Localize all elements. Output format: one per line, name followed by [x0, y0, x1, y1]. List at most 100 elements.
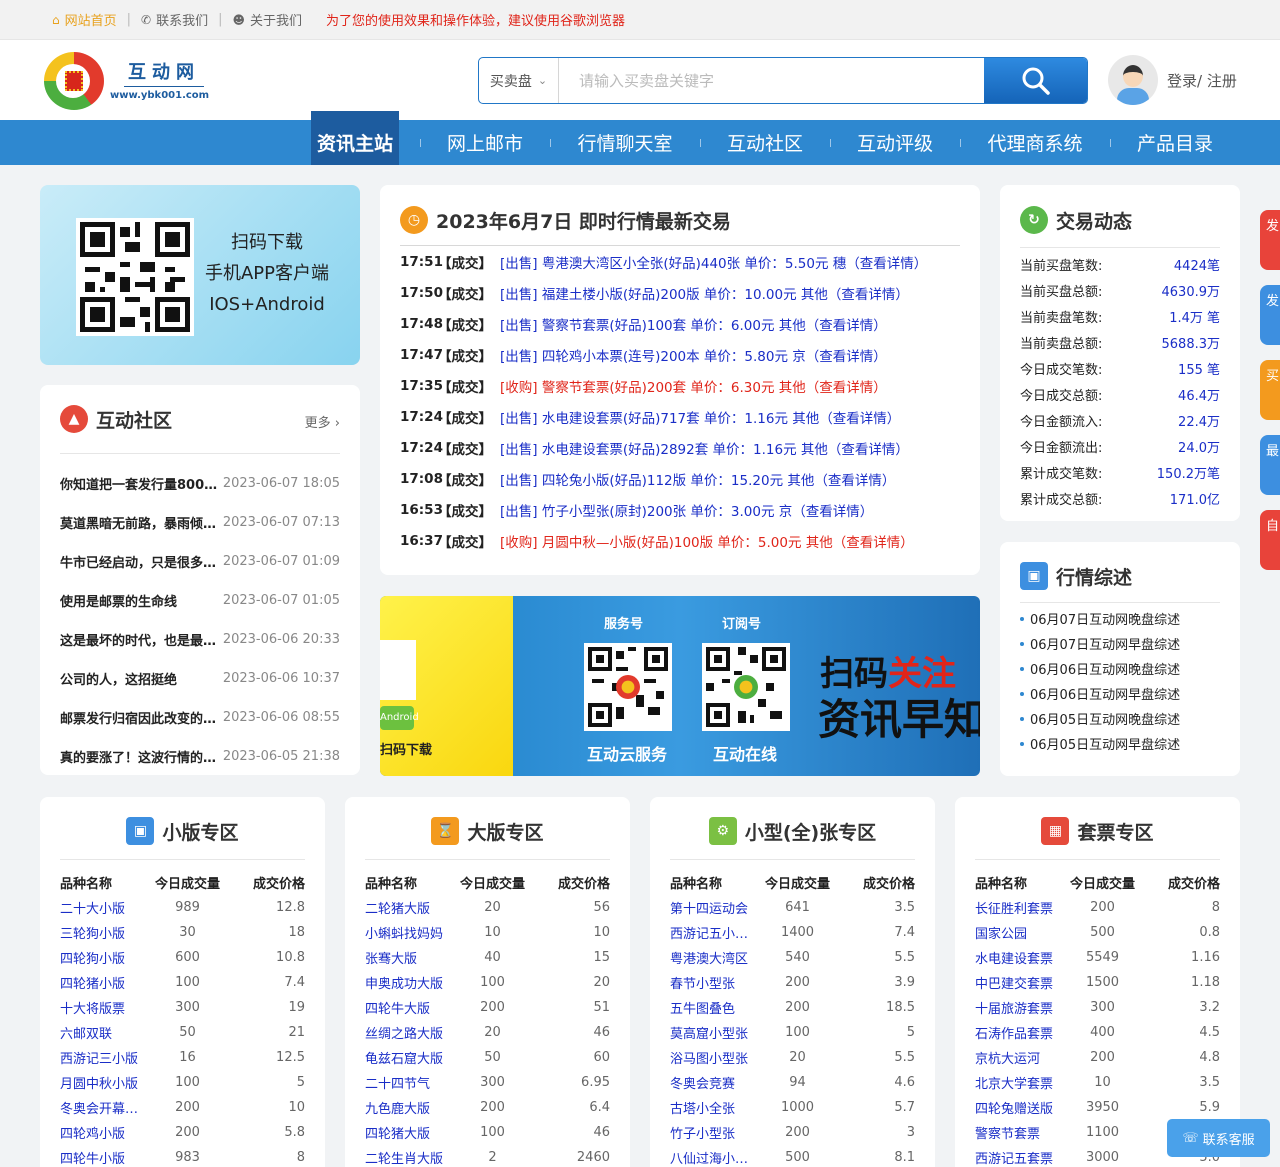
search-type-select[interactable]: 买卖盘 ⌄ [479, 58, 559, 103]
side-tab-4[interactable]: 最 [1260, 435, 1280, 495]
wechat-follow-banner[interactable]: Android 扫码下载 服务号 订阅号 互动云服务 互动在线 扫码关注 资讯早… [380, 596, 980, 776]
item-name-link[interactable]: 二十四节气 [365, 1070, 445, 1095]
item-name-link[interactable]: 水电建设套票 [975, 945, 1055, 970]
item-name-link[interactable]: 西游记五小型张 [670, 920, 750, 945]
item-name-link[interactable]: 二轮生肖大版 [365, 1145, 445, 1167]
item-name-link[interactable]: 二十大小版 [60, 895, 140, 920]
side-tab-3[interactable]: 买 [1260, 360, 1280, 420]
item-name-link[interactable]: 十大将版票 [60, 995, 140, 1020]
search-input[interactable] [559, 58, 984, 103]
nav-item-news[interactable]: 资讯主站 [311, 111, 399, 165]
item-name-link[interactable]: 四轮猪小版 [60, 970, 140, 995]
community-item[interactable]: 你知道把一套发行量800万张的邮票2023-06-07 18:05 [60, 464, 340, 503]
item-name-link[interactable]: 申奥成功大版 [365, 970, 445, 995]
community-more-link[interactable]: 更多 › [305, 412, 340, 431]
summary-item[interactable]: 06月05日互动网晚盘综述 [1020, 706, 1180, 731]
trade-message[interactable]: [收购] 月圆中秋—小版(好品)100版 单价：5.00元 其他（查看详情） [500, 531, 914, 551]
item-name-link[interactable]: 九色鹿大版 [365, 1095, 445, 1120]
trade-row[interactable]: 17:48 【成交】 [出售] 警察节套票(好品)100套 单价：6.00元 其他（… [400, 308, 970, 339]
trade-row[interactable]: 17:24 【成交】 [出售] 水电建设套票(好品)717套 单价：1.16元 其他… [400, 401, 970, 432]
login-register-link[interactable]: 登录/ 注册 [1167, 70, 1237, 91]
item-name-link[interactable]: 粤港澳大湾区 [670, 945, 750, 970]
trade-message[interactable]: [出售] 粤港澳大湾区小全张(好品)440张 单价：5.50元 穗（查看详情） [500, 252, 927, 272]
item-name-link[interactable]: 张骞大版 [365, 945, 445, 970]
app-download-banner[interactable]: 扫码下载 手机APP客户端 IOS+Android [40, 185, 360, 365]
item-name-link[interactable]: 二轮猪大版 [365, 895, 445, 920]
item-name-link[interactable]: 六邮双联 [60, 1020, 140, 1045]
item-name-link[interactable]: 五牛图叠色 [670, 995, 750, 1020]
community-item[interactable]: 牛市已经启动，只是很多人还不信2023-06-07 01:09 [60, 542, 340, 581]
item-name-link[interactable]: 竹子小型张 [670, 1120, 750, 1145]
community-item[interactable]: 公司的人，这招挺绝 2023-06-06 10:37 [60, 659, 340, 698]
summary-item[interactable]: 06月06日互动网早盘综述 [1020, 681, 1180, 706]
item-name-link[interactable]: 丝绸之路大版 [365, 1020, 445, 1045]
trade-row[interactable]: 16:53 【成交】 [出售] 竹子小型张(原封)200张 单价：3.00元 京（查… [400, 494, 970, 525]
community-item[interactable]: 这是最坏的时代，也是最好的时代2023-06-06 20:33 [60, 620, 340, 659]
item-name-link[interactable]: 冬奥会竞赛 [670, 1070, 750, 1095]
community-item[interactable]: 邮票发行归宿因此改变的可能性2023-06-06 08:55 [60, 698, 340, 737]
trade-row[interactable]: 17:50 【成交】 [出售] 福建土楼小版(好品)200版 单价：10.00元 其… [400, 277, 970, 308]
home-link[interactable]: ⌂ 网站首页 [52, 10, 117, 30]
item-name-link[interactable]: 警察节套票 [975, 1120, 1055, 1145]
item-name-link[interactable]: 国家公园 [975, 920, 1055, 945]
side-tab-1[interactable]: 发 [1260, 210, 1280, 270]
search-button[interactable] [984, 58, 1087, 103]
trade-message[interactable]: [出售] 警察节套票(好品)100套 单价：6.00元 其他（查看详情） [500, 314, 887, 334]
item-name-link[interactable]: 四轮狗小版 [60, 945, 140, 970]
item-name-link[interactable]: 石涛作品套票 [975, 1020, 1055, 1045]
item-name-link[interactable]: 月圆中秋小版 [60, 1070, 140, 1095]
summary-item[interactable]: 06月07日互动网晚盘综述 [1020, 606, 1180, 631]
trade-message[interactable]: [出售] 福建土楼小版(好品)200版 单价：10.00元 其他（查看详情） [500, 283, 909, 303]
site-logo[interactable]: 互动网 www.ybk001.com [44, 52, 224, 112]
item-name-link[interactable]: 浴马图小型张 [670, 1045, 750, 1070]
item-name-link[interactable]: 西游记三小版 [60, 1045, 140, 1070]
summary-item[interactable]: 06月05日互动网早盘综述 [1020, 731, 1180, 756]
side-tab-2[interactable]: 发 [1260, 285, 1280, 345]
item-name-link[interactable]: 中巴建交套票 [975, 970, 1055, 995]
trade-message[interactable]: [出售] 四轮鸡小本票(连号)200本 单价：5.80元 京（查看详情） [500, 345, 887, 365]
item-name-link[interactable]: 四轮鸡小版 [60, 1120, 140, 1145]
item-name-link[interactable]: 四轮牛大版 [365, 995, 445, 1020]
contact-link[interactable]: ✆ 联系我们 [141, 10, 208, 30]
side-tab-5[interactable]: 自 [1260, 510, 1280, 570]
trade-message[interactable]: [收购] 警察节套票(好品)200套 单价：6.30元 其他（查看详情） [500, 376, 887, 396]
item-name-link[interactable]: 八仙过海小型张 [670, 1145, 750, 1167]
trade-message[interactable]: [出售] 四轮兔小版(好品)112版 单价：15.20元 其他（查看详情） [500, 469, 895, 489]
avatar[interactable] [1108, 55, 1158, 105]
nav-item-catalog[interactable]: 产品目录 [1130, 120, 1220, 165]
item-name-link[interactable]: 四轮猪大版 [365, 1120, 445, 1145]
about-link[interactable]: ☻ 关于我们 [233, 10, 303, 30]
item-name-link[interactable]: 北京大学套票 [975, 1070, 1055, 1095]
item-name-link[interactable]: 小蝌蚪找妈妈 [365, 920, 445, 945]
trade-row[interactable]: 16:37 【成交】 [收购] 月圆中秋—小版(好品)100版 单价：5.00元 其… [400, 525, 970, 556]
item-name-link[interactable]: 十届旅游套票 [975, 995, 1055, 1020]
trade-row[interactable]: 17:51 【成交】 [出售] 粤港澳大湾区小全张(好品)440张 单价：5.50元… [400, 246, 970, 277]
item-name-link[interactable]: 第十四运动会 [670, 895, 750, 920]
summary-item[interactable]: 06月07日互动网早盘综述 [1020, 631, 1180, 656]
customer-service-button[interactable]: ☏ 联系客服 [1167, 1119, 1270, 1157]
item-name-link[interactable]: 古塔小全张 [670, 1095, 750, 1120]
item-name-link[interactable]: 春节小型张 [670, 970, 750, 995]
item-name-link[interactable]: 四轮牛小版 [60, 1145, 140, 1167]
item-name-link[interactable]: 三轮狗小版 [60, 920, 140, 945]
community-item[interactable]: 莫道黑暗无前路，暴雨倾盆也有晴2023-06-07 07:13 [60, 503, 340, 542]
community-item[interactable]: 真的要涨了！这波行情的背后逻辑2023-06-05 21:38 [60, 737, 340, 776]
trade-row[interactable]: 17:35 【成交】 [收购] 警察节套票(好品)200套 单价：6.30元 其他（… [400, 370, 970, 401]
item-name-link[interactable]: 四轮兔赠送版 [975, 1095, 1055, 1120]
trade-row[interactable]: 17:08 【成交】 [出售] 四轮兔小版(好品)112版 单价：15.20元 其他… [400, 463, 970, 494]
item-name-link[interactable]: 西游记五套票 [975, 1145, 1055, 1167]
item-name-link[interactable]: 莫高窟小型张 [670, 1020, 750, 1045]
nav-item-chatroom[interactable]: 行情聊天室 [570, 120, 680, 165]
community-item[interactable]: 使用是邮票的生命线 2023-06-07 01:05 [60, 581, 340, 620]
trade-message[interactable]: [出售] 竹子小型张(原封)200张 单价：3.00元 京（查看详情） [500, 500, 873, 520]
item-name-link[interactable]: 京杭大运河 [975, 1045, 1055, 1070]
trade-message[interactable]: [出售] 水电建设套票(好品)717套 单价：1.16元 其他（查看详情） [500, 407, 900, 427]
item-name-link[interactable]: 长征胜利套票 [975, 895, 1055, 920]
trade-row[interactable]: 17:47 【成交】 [出售] 四轮鸡小本票(连号)200本 单价：5.80元 京（… [400, 339, 970, 370]
summary-item[interactable]: 06月06日互动网晚盘综述 [1020, 656, 1180, 681]
trade-message[interactable]: [出售] 水电建设套票(好品)2892套 单价：1.16元 其他（查看详情） [500, 438, 909, 458]
nav-item-rating[interactable]: 互动评级 [850, 120, 940, 165]
nav-item-community[interactable]: 互动社区 [720, 120, 810, 165]
trade-row[interactable]: 17:24 【成交】 [出售] 水电建设套票(好品)2892套 单价：1.16元 其… [400, 432, 970, 463]
nav-item-agent-system[interactable]: 代理商系统 [980, 120, 1090, 165]
